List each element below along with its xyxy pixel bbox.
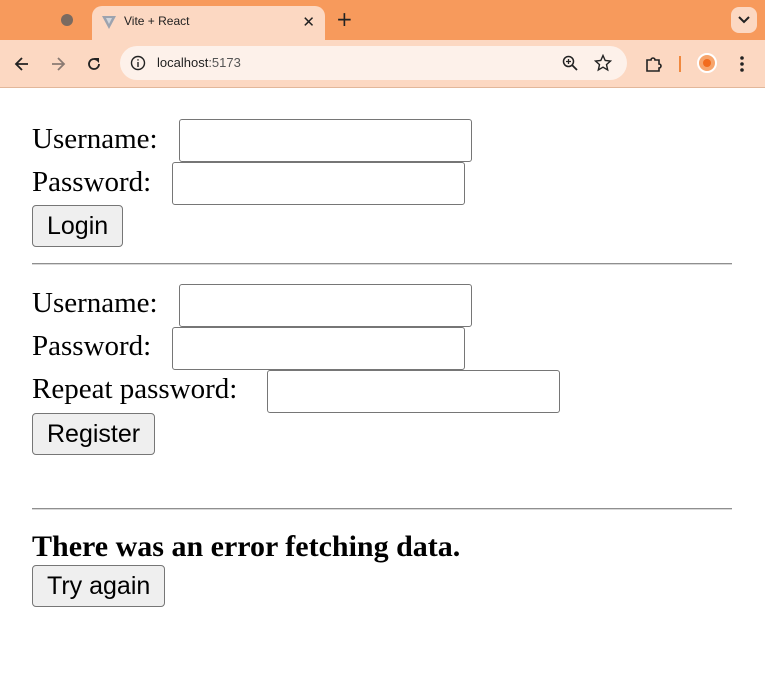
login-password-label: Password:: [32, 166, 152, 198]
browser-toolbar: localhost:5173: [0, 40, 765, 88]
register-username-label: Username:: [32, 287, 158, 319]
tab-strip: Vite + React ✕ +: [0, 0, 765, 40]
vite-logo-icon: [102, 16, 116, 29]
repeat-password-input[interactable]: [267, 370, 560, 413]
error-message: There was an error fetching data.: [32, 530, 461, 563]
tab-search-button[interactable]: [731, 7, 757, 33]
inactive-tab-dot[interactable]: [61, 14, 73, 26]
divider: [32, 263, 732, 265]
star-icon[interactable]: [594, 54, 612, 72]
url-host: localhost: [157, 55, 209, 70]
more-menu-icon[interactable]: [738, 54, 746, 74]
page-content: Username: Password: Login Username: Pass…: [0, 89, 765, 676]
reload-icon[interactable]: [84, 54, 104, 74]
site-info-icon[interactable]: [130, 55, 146, 71]
url-text[interactable]: localhost:5173: [157, 55, 241, 70]
login-button[interactable]: Login: [32, 205, 124, 247]
toolbar-separator: [679, 56, 681, 72]
profile-avatar-icon[interactable]: [697, 53, 717, 73]
chevron-down-icon: [738, 16, 750, 24]
back-icon[interactable]: [12, 54, 32, 74]
tab-title: Vite + React: [124, 14, 190, 28]
forward-icon[interactable]: [48, 54, 68, 74]
divider: [32, 508, 732, 510]
repeat-password-label: Repeat password:: [32, 373, 238, 405]
register-password-input[interactable]: [172, 327, 465, 370]
login-password-input[interactable]: [172, 162, 465, 205]
register-username-input[interactable]: [179, 284, 472, 327]
login-username-input[interactable]: [179, 119, 472, 162]
url-port: :5173: [208, 55, 241, 70]
address-bar[interactable]: localhost:5173: [120, 46, 627, 80]
register-password-label: Password:: [32, 330, 152, 362]
plus-icon[interactable]: +: [336, 8, 353, 30]
extensions-icon[interactable]: [644, 54, 664, 74]
active-tab[interactable]: Vite + React ✕: [92, 6, 325, 40]
zoom-icon[interactable]: [562, 55, 578, 71]
close-icon[interactable]: ✕: [302, 13, 315, 31]
try-again-button[interactable]: Try again: [32, 565, 166, 607]
register-button[interactable]: Register: [32, 413, 156, 455]
login-username-label: Username:: [32, 123, 158, 155]
